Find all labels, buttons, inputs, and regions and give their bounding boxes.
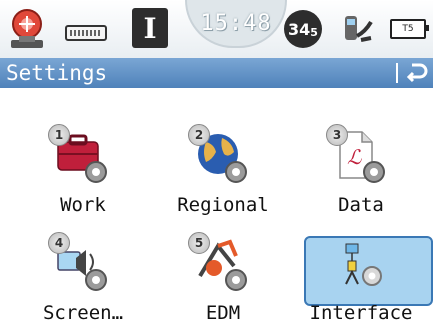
input-mode-icon[interactable]: I	[132, 8, 168, 48]
tile-data[interactable]: ℒ 3 Data	[292, 124, 422, 228]
tile-number: 4	[48, 232, 70, 254]
tile-regional[interactable]: 2 Regional	[154, 124, 284, 228]
back-button[interactable]	[404, 60, 430, 86]
tile-label: Data	[338, 194, 384, 216]
clock-text: 15:48	[200, 10, 272, 36]
satellite-count: 34	[288, 19, 311, 39]
tile-number: 5	[188, 232, 210, 254]
tile-number: 2	[188, 124, 210, 146]
status-bar: I 15:48 34 5 T5	[0, 0, 433, 58]
tile-label: EDM	[205, 302, 241, 324]
back-arrow-icon	[406, 63, 428, 83]
tile-label: Screen…	[42, 302, 124, 324]
battery-label: T5	[402, 24, 414, 34]
tile-label: Regional	[177, 194, 269, 216]
clock: 15:48	[185, 0, 287, 48]
tile-label: Interface	[309, 302, 413, 324]
satellite-sub: 5	[310, 25, 318, 39]
tile-number: 3	[326, 124, 348, 146]
battery-icon[interactable]: T5	[388, 6, 429, 52]
tile-work[interactable]: 1 Work	[14, 124, 144, 228]
tile-label: Work	[60, 194, 106, 216]
page-title: Settings	[6, 61, 108, 85]
tile-number: 1	[48, 124, 70, 146]
title-bar: Settings	[0, 58, 433, 88]
svg-text:ℒ: ℒ	[347, 145, 362, 169]
tile-screen[interactable]: 4 Screen…	[14, 232, 144, 336]
interface-network-icon	[332, 240, 390, 298]
title-divider	[396, 63, 398, 83]
instrument-icon[interactable]	[4, 6, 56, 52]
prism-icon[interactable]	[338, 6, 378, 52]
keyboard-icon[interactable]	[62, 6, 110, 52]
satellite-count-badge[interactable]: 34 5	[284, 10, 322, 48]
tile-interface[interactable]: Interface	[292, 236, 422, 336]
tile-edm[interactable]: 5 EDM	[154, 232, 284, 336]
